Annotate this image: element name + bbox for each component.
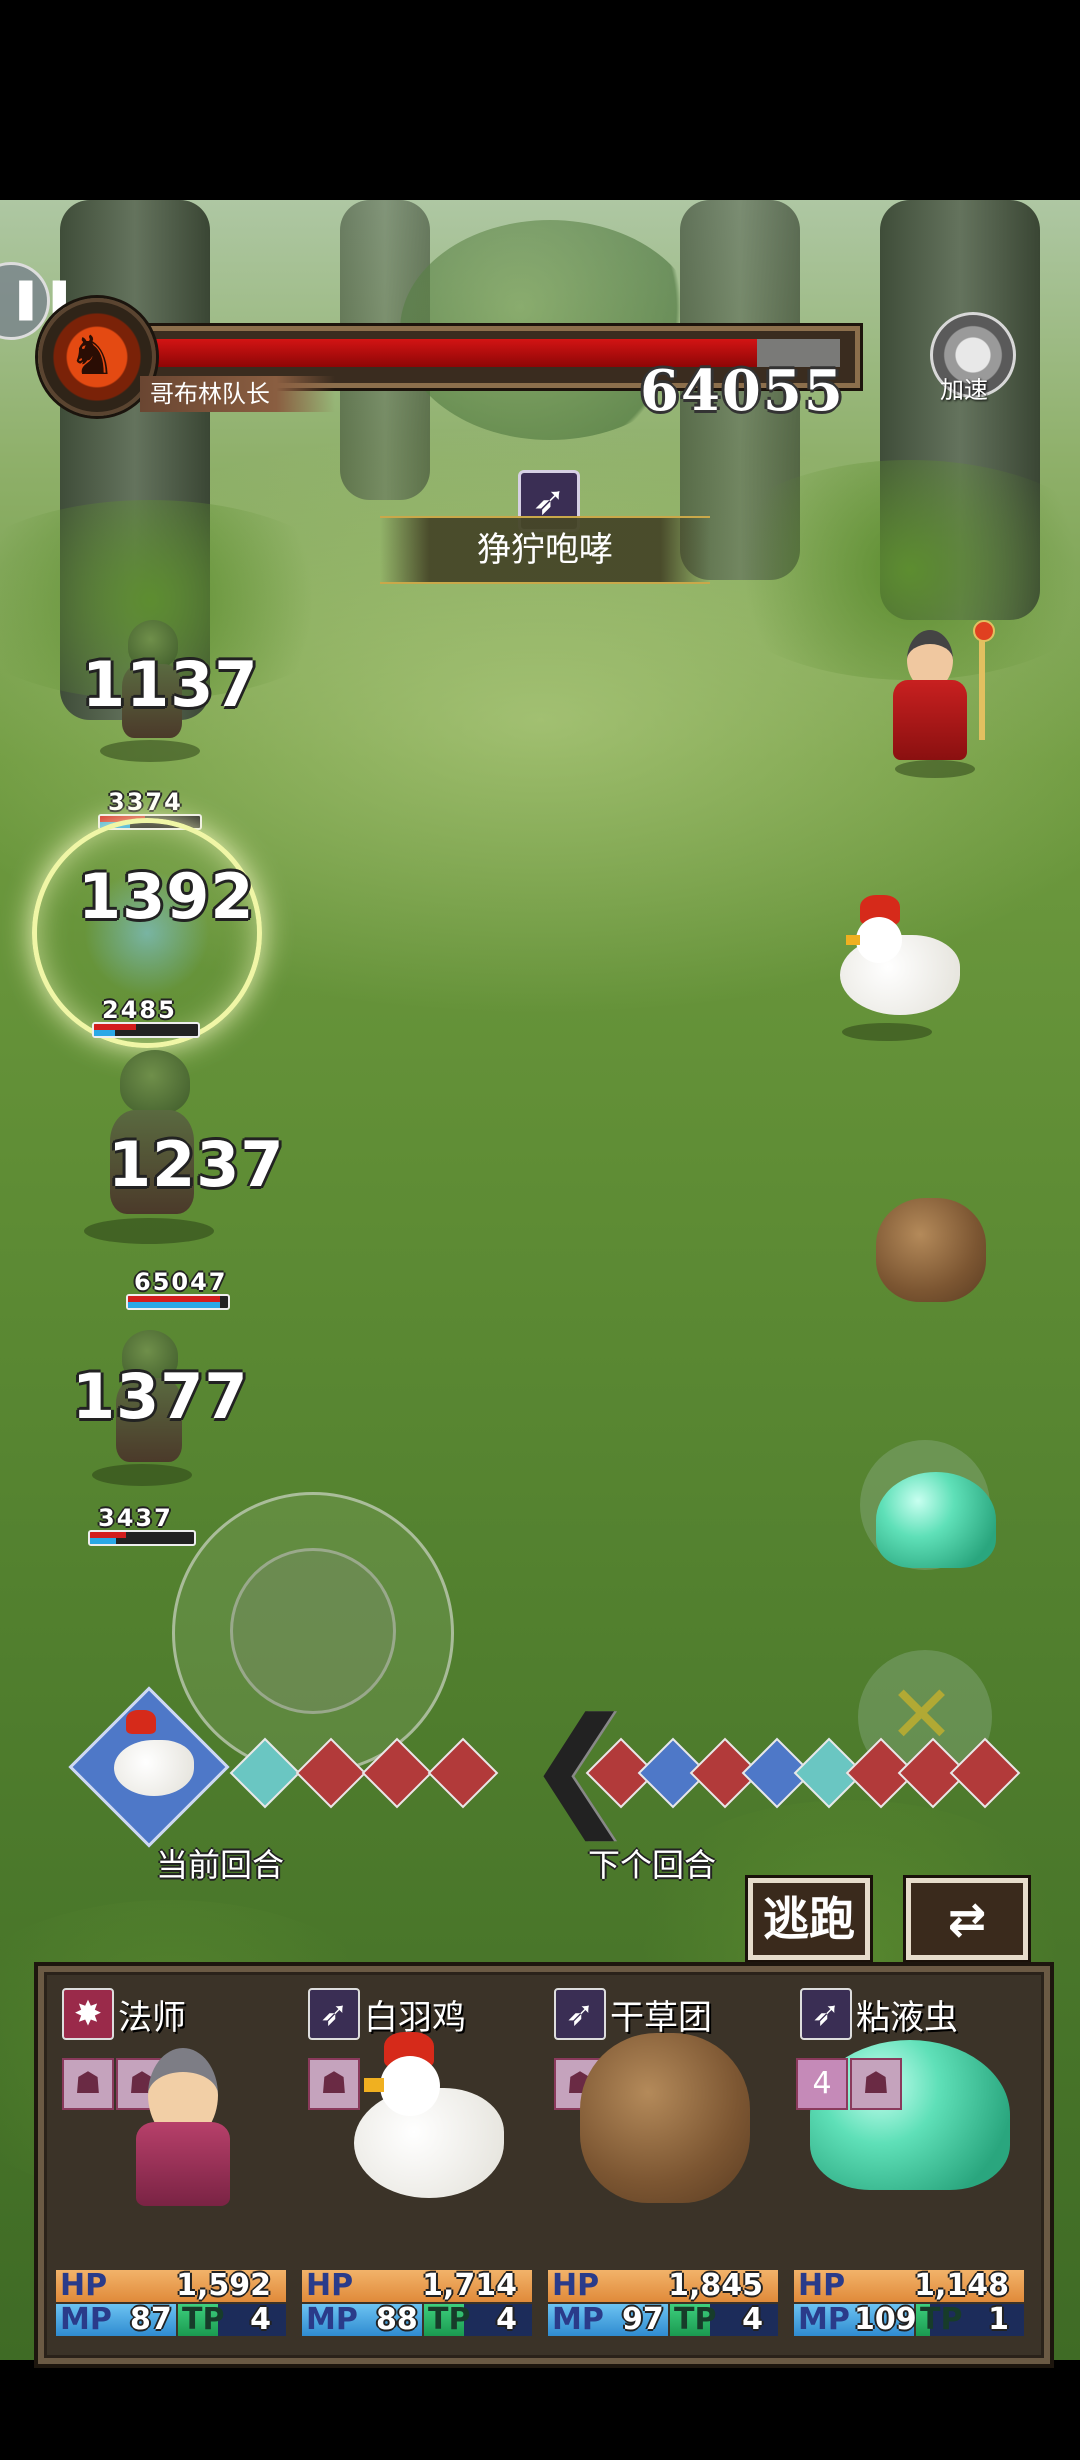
damage-number: 1392 bbox=[78, 860, 255, 933]
party-card-rooster[interactable]: ➶ 白羽鸡 ☗ HP 1,714 MP 88 TP 4 bbox=[284, 1978, 532, 2348]
tp-value: 1 bbox=[988, 2302, 1009, 2337]
tp-value: 4 bbox=[250, 2302, 271, 2337]
switch-party-button[interactable]: ⇄ bbox=[906, 1878, 1028, 1960]
hp-label: HP bbox=[798, 2268, 846, 2303]
speed-label: 加速 bbox=[940, 376, 988, 404]
hp-label: HP bbox=[552, 2268, 600, 2303]
tp-value: 4 bbox=[742, 2302, 763, 2337]
tp-label: TP bbox=[920, 2302, 963, 2337]
enemy-hp-number: 2485 bbox=[102, 996, 177, 1024]
close-icon: ✕ bbox=[888, 1668, 956, 1761]
claw-slash-icon: ➶ bbox=[554, 1988, 606, 2040]
tp-label: TP bbox=[674, 2302, 717, 2337]
mp-label: MP bbox=[60, 2302, 112, 2337]
skill-name-banner: 狰狞咆哮 bbox=[380, 516, 710, 584]
rooster-portrait bbox=[344, 2028, 514, 2218]
hp-value: 1,714 bbox=[422, 2268, 517, 2303]
party-member-name: 干草团 bbox=[610, 1998, 712, 2038]
hp-label: HP bbox=[306, 2268, 354, 2303]
hp-value: 1,592 bbox=[176, 2268, 271, 2303]
party-card-haystack[interactable]: ➶ 干草团 ☗ HP 1,845 MP 97 TP 4 bbox=[530, 1978, 778, 2348]
enemy-hp-number: 3437 bbox=[98, 1504, 173, 1532]
haystack-portrait bbox=[580, 2033, 750, 2203]
tp-label: TP bbox=[428, 2302, 471, 2337]
dragon-head-icon: ♞ bbox=[68, 324, 117, 387]
mage-hero-sprite[interactable] bbox=[885, 620, 995, 778]
enemy-hp-bar bbox=[92, 1022, 200, 1038]
party-member-name: 法师 bbox=[118, 1998, 186, 2038]
mp-value: 97 bbox=[622, 2302, 664, 2337]
status-buff-icon: ☗ bbox=[62, 2058, 114, 2110]
switch-party-icon: ⇄ bbox=[947, 1892, 987, 1946]
next-turn-label: 下个回合 bbox=[588, 1846, 717, 1884]
boss-hp-value: 64055 bbox=[640, 358, 845, 424]
status-buff-icon: ☗ bbox=[850, 2058, 902, 2110]
hp-value: 1,148 bbox=[914, 2268, 1009, 2303]
hp-value: 1,845 bbox=[668, 2268, 763, 2303]
boss-portrait: ♞ bbox=[38, 298, 156, 416]
mp-label: MP bbox=[306, 2302, 358, 2337]
burst-icon: ✸ bbox=[62, 1988, 114, 2040]
haystack-hero-sprite[interactable] bbox=[876, 1198, 986, 1302]
mp-label: MP bbox=[798, 2302, 850, 2337]
rooster-hero-sprite[interactable] bbox=[830, 895, 970, 1041]
party-member-name: 粘液虫 bbox=[856, 1998, 958, 2038]
boss-name: 哥布林队长 bbox=[140, 376, 335, 412]
claw-slash-icon: ➶ bbox=[800, 1988, 852, 2040]
mp-value: 87 bbox=[130, 2302, 172, 2337]
damage-number: 1377 bbox=[72, 1360, 249, 1433]
mage-portrait bbox=[128, 2038, 238, 2208]
mp-value: 88 bbox=[376, 2302, 418, 2337]
hp-label: HP bbox=[60, 2268, 108, 2303]
damage-number: 1237 bbox=[108, 1128, 285, 1201]
flee-button[interactable]: 逃跑 bbox=[748, 1878, 870, 1960]
enemy-hp-bar bbox=[126, 1294, 230, 1310]
enemy-hp-number: 65047 bbox=[134, 1268, 228, 1296]
current-turn-label: 当前回合 bbox=[156, 1846, 285, 1884]
slime-hero-sprite[interactable] bbox=[876, 1472, 996, 1568]
mp-value: 109 bbox=[854, 2302, 917, 2337]
joystick-knob[interactable] bbox=[230, 1548, 396, 1714]
party-card-slime[interactable]: ➶ 粘液虫 4 ☗ HP 1,148 MP 109 TP 1 bbox=[776, 1978, 1024, 2348]
status-count-badge: 4 bbox=[796, 2058, 848, 2110]
enemy-hp-number: 3374 bbox=[108, 788, 183, 816]
enemy-hp-bar bbox=[88, 1530, 196, 1546]
rooster-portrait bbox=[104, 1710, 204, 1820]
tp-value: 4 bbox=[496, 2302, 517, 2337]
tp-label: TP bbox=[182, 2302, 225, 2337]
party-card-mage[interactable]: ✸ 法师 ☗ ☗ HP 1,592 MP 87 TP 4 bbox=[38, 1978, 286, 2348]
damage-number: 1137 bbox=[82, 648, 259, 721]
mp-label: MP bbox=[552, 2302, 604, 2337]
